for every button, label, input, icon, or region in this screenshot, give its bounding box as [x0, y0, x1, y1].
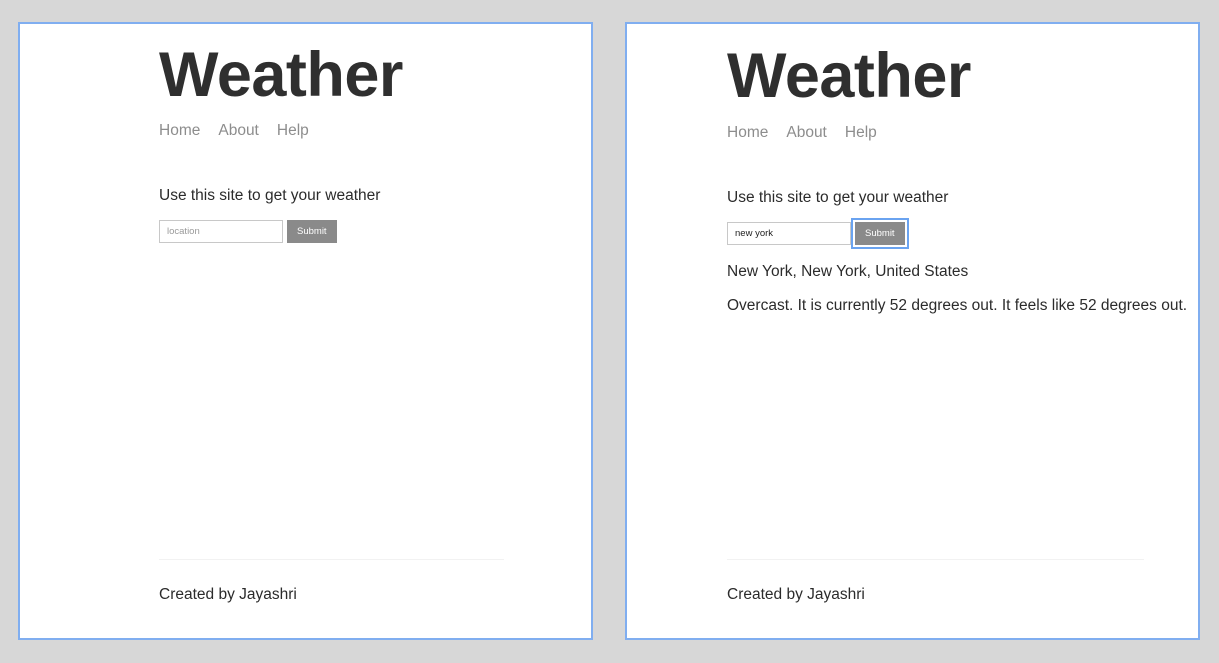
submit-button[interactable]: Submit [851, 217, 909, 249]
weather-search-form: Submit [159, 219, 591, 243]
nav-item-about[interactable]: About [218, 122, 259, 140]
nav-item-home[interactable]: Home [727, 124, 768, 142]
footer-credit: Created by Jayashri [727, 586, 865, 603]
screenshot-stage: Weather Home About Help Use this site to… [0, 0, 1219, 663]
intro-text: Use this site to get your weather [159, 186, 381, 204]
nav-item-about[interactable]: About [786, 124, 827, 142]
nav-item-help[interactable]: Help [277, 122, 309, 140]
page-title: Weather [159, 40, 403, 110]
weather-search-form: Submit [727, 217, 1198, 249]
nav-item-help[interactable]: Help [845, 124, 877, 142]
main-nav: Home About Help [159, 122, 591, 140]
footer-credit: Created by Jayashri [159, 586, 297, 603]
weather-results: New York, New York, United States Overcas… [727, 245, 1198, 316]
result-conditions: Overcast. It is currently 52 degrees out… [727, 296, 1188, 314]
footer: Created by Jayashri [159, 559, 504, 604]
intro-text: Use this site to get your weather [727, 188, 949, 206]
location-input[interactable] [727, 221, 851, 245]
weather-page-left: Weather Home About Help Use this site to… [20, 24, 591, 638]
submit-button[interactable]: Submit [287, 219, 337, 243]
footer: Created by Jayashri [727, 559, 1144, 604]
location-input[interactable] [159, 219, 283, 243]
weather-page-right: Weather Home About Help Use this site to… [627, 24, 1198, 638]
browser-panel-right: Weather Home About Help Use this site to… [625, 22, 1200, 640]
result-location: New York, New York, United States [727, 262, 969, 280]
nav-item-home[interactable]: Home [159, 122, 200, 140]
page-title: Weather [727, 41, 971, 111]
main-nav: Home About Help [727, 124, 1198, 142]
browser-panel-left: Weather Home About Help Use this site to… [18, 22, 593, 640]
